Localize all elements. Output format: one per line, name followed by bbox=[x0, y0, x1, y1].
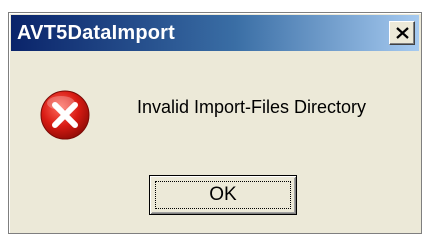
ok-button[interactable]: OK bbox=[149, 175, 297, 215]
ok-button-label: OK bbox=[209, 184, 237, 205]
error-icon bbox=[40, 90, 90, 140]
error-message: Invalid Import-Files Directory bbox=[137, 97, 367, 117]
close-button[interactable] bbox=[389, 21, 415, 45]
close-icon bbox=[396, 27, 409, 39]
window-title: AVT5DataImport bbox=[17, 22, 176, 44]
title-bar[interactable]: AVT5DataImport bbox=[11, 15, 419, 51]
message-dialog: AVT5DataImport Invalid Import-Files Dire… bbox=[8, 12, 422, 234]
